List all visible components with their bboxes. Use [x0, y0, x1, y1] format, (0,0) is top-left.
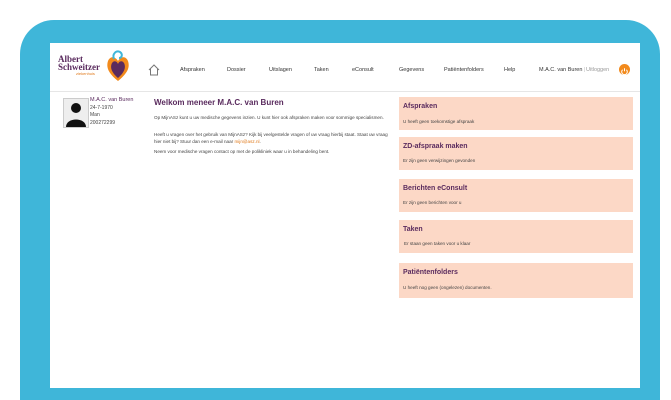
user-name: M.A.C. van Buren | [539, 67, 586, 73]
patient-name: M.A.C. van Buren [90, 97, 134, 103]
page-title: Welkom meneer M.A.C. van Buren [154, 98, 284, 107]
welcome-paragraph-1: Op MijnASz kunt u uw medische gegevens i… [154, 115, 384, 120]
nav-help[interactable]: Help [504, 67, 515, 73]
welcome-paragraph-2: Heeft u vragen over het gebruik van Mijn… [154, 132, 388, 144]
patient-dob: 24-7-1970 [90, 104, 113, 111]
welcome-paragraph-3: Neem voor medische vragen contact op met… [154, 149, 330, 154]
card-text: Er staan geen taken voor u klaar [404, 241, 471, 246]
logo-subtitle: ziekenhuis [76, 71, 95, 76]
nav-econsult[interactable]: eConsult [352, 67, 374, 73]
card-title[interactable]: Afspraken [403, 103, 437, 110]
header: Albert Schweitzer ziekenhuis Afspraken D… [50, 43, 640, 92]
patient-number: 200272299 [90, 119, 116, 126]
logout-icon[interactable] [619, 64, 630, 76]
nav-afspraken[interactable]: Afspraken [180, 67, 205, 73]
card-title[interactable]: Taken [403, 226, 423, 233]
patient-info: M.A.C. van Buren 24-7-1970 Man 200272299 [90, 97, 133, 127]
card-title[interactable]: Berichten eConsult [403, 185, 467, 192]
card-text: U heeft nog geen (ongelezen) documenten. [403, 285, 492, 290]
logout-link[interactable]: Uitloggen [586, 67, 609, 73]
card-zd-afspraak[interactable]: ZD-afspraak maken Er zijn geen verwijzin… [399, 137, 633, 170]
card-title[interactable]: ZD-afspraak maken [403, 143, 468, 150]
app-screen: Albert Schweitzer ziekenhuis Afspraken D… [50, 43, 640, 388]
logo-mark-icon [107, 50, 129, 81]
card-text: U heeft geen toekomstige afspraak [403, 119, 475, 124]
nav-gegevens[interactable]: Gegevens [399, 67, 424, 73]
avatar [63, 98, 89, 128]
card-econsult[interactable]: Berichten eConsult Er zijn geen berichte… [399, 179, 633, 212]
card-afspraken[interactable]: Afspraken U heeft geen toekomstige afspr… [399, 97, 633, 130]
card-patientenfolders[interactable]: Patiëntenfolders U heeft nog geen (ongel… [399, 263, 633, 298]
card-title[interactable]: Patiëntenfolders [403, 269, 458, 276]
home-icon[interactable] [147, 63, 161, 77]
power-icon [621, 68, 628, 76]
card-text: Er zijn geen berichten voor u [403, 200, 462, 205]
patient-gender: Man [90, 112, 100, 118]
card-taken[interactable]: Taken Er staan geen taken voor u klaar [399, 220, 633, 253]
nav-patientenfolders[interactable]: Patiëntenfolders [444, 67, 484, 73]
email-link[interactable]: mijn@asz.nl [234, 139, 259, 144]
logo[interactable]: Albert Schweitzer ziekenhuis [58, 49, 140, 85]
logo-text: Albert Schweitzer [58, 54, 100, 72]
card-text: Er zijn geen verwijzingen gevonden [403, 158, 476, 163]
nav-taken[interactable]: Taken [314, 67, 329, 73]
nav-uitslagen[interactable]: Uitslagen [269, 67, 292, 73]
person-icon [66, 103, 86, 127]
nav-dossier[interactable]: Dossier [227, 67, 246, 73]
